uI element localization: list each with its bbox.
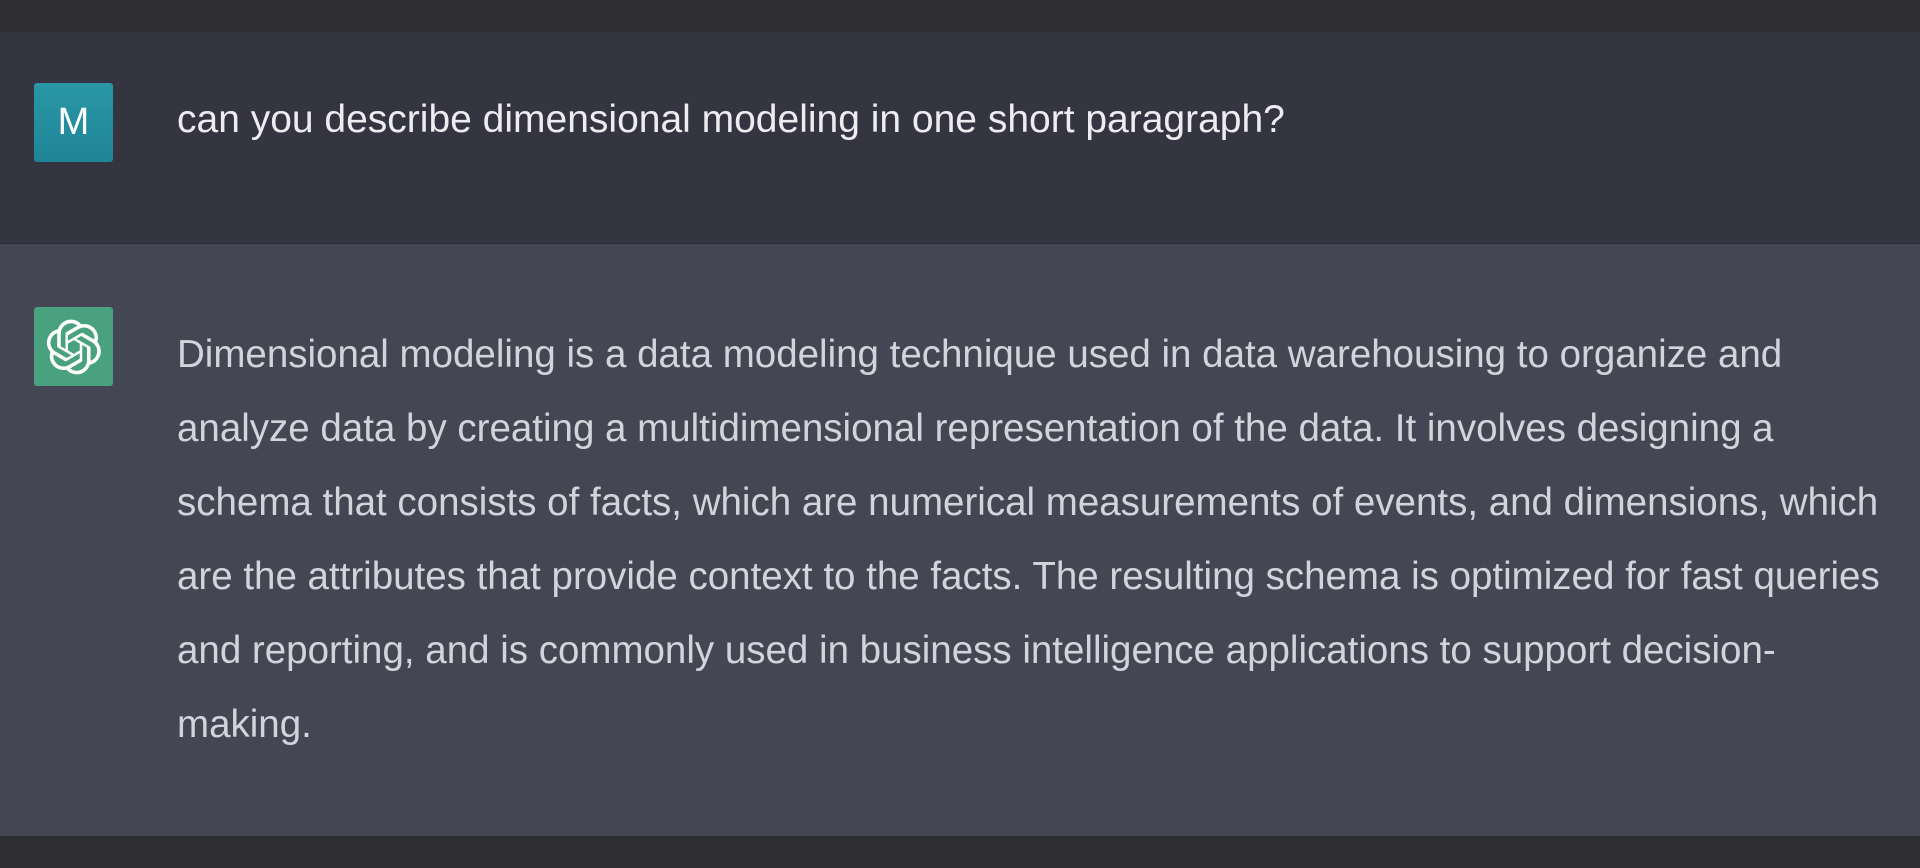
openai-logo-icon [46,319,101,374]
user-avatar: M [34,83,113,162]
assistant-message-row: Dimensional modeling is a data modeling … [0,244,1920,836]
top-border [0,0,1920,32]
user-avatar-initial: M [57,101,90,143]
bottom-border [0,836,1920,868]
chat-window: M can you describe dimensional modeling … [0,0,1920,868]
assistant-message-text: Dimensional modeling is a data modeling … [177,333,1880,746]
user-message-text: can you describe dimensional modeling in… [177,98,1285,141]
assistant-avatar [34,307,113,386]
user-message-row: M can you describe dimensional modeling … [0,32,1920,244]
